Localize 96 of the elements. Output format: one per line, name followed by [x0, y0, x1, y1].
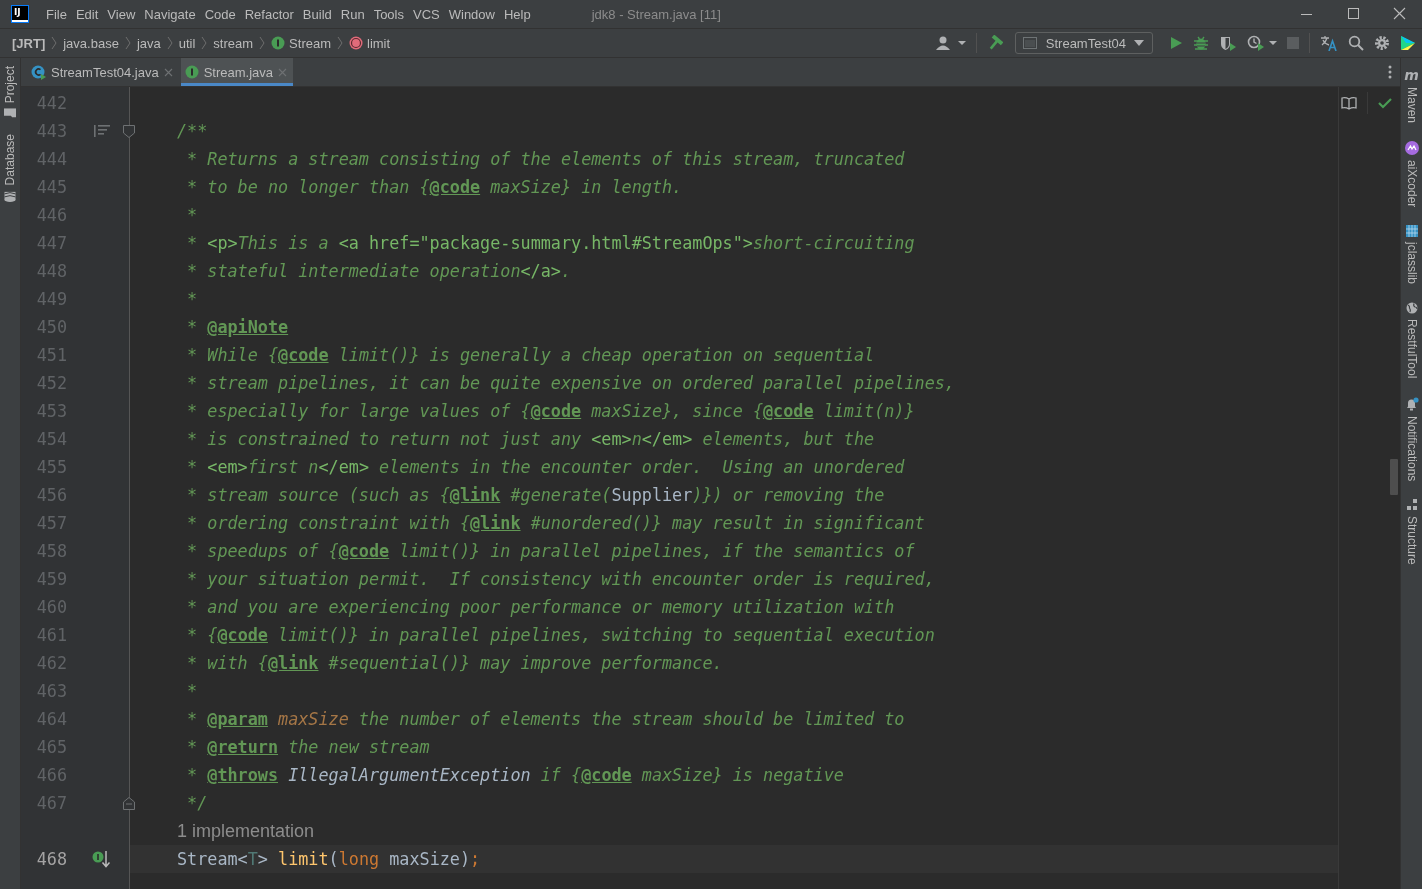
window-title: jdk8 - Stream.java [11]	[591, 6, 721, 22]
breadcrumb[interactable]: stream	[213, 35, 254, 51]
globe-icon	[1405, 302, 1418, 315]
code-line: * with {@link #sequential()} may improve performance.	[186, 652, 723, 674]
tool-window-button[interactable]: RestfulTool	[1404, 302, 1419, 379]
chevron-icon	[165, 35, 174, 51]
tool-window-button[interactable]: Project	[3, 66, 17, 119]
tool-window-button[interactable]: Structure	[1404, 499, 1419, 565]
code-line: * stream source (such as {@link #generate(Supplier)}) or removing the	[186, 484, 885, 506]
caret-icon[interactable]	[957, 40, 966, 46]
grid-icon	[1405, 225, 1418, 238]
fold-marker-icon[interactable]	[123, 796, 135, 810]
bug-icon[interactable]	[1193, 35, 1209, 51]
caret-icon[interactable]	[1269, 40, 1277, 46]
editor-tab[interactable]: Stream.java	[180, 58, 294, 86]
menu-item[interactable]: Navigate	[140, 4, 201, 24]
code-line: * is constrained to return not just any <em>n</em> elements, but the	[186, 428, 875, 450]
menu-item[interactable]: Run	[336, 4, 370, 24]
maven-icon: m	[1404, 68, 1419, 82]
breadcrumb[interactable]: java	[136, 35, 161, 51]
menu-item[interactable]: Refactor	[240, 4, 299, 24]
tool-window-button[interactable]: m Maven	[1404, 68, 1419, 124]
app-logo: IJ	[12, 6, 28, 22]
code-line: * <em>first n</em> elements in the encounter order. Using an unordered	[186, 456, 905, 478]
book-icon[interactable]	[1341, 96, 1357, 110]
class-icon	[31, 64, 46, 80]
code-line: * to be no longer than {@code maxSize} in length.	[186, 176, 683, 198]
run-icon[interactable]	[1169, 36, 1183, 50]
editor-tab[interactable]: StreamTest04.java	[27, 58, 179, 86]
chevron-icon	[123, 35, 132, 51]
code-line: * especially for large values of {@code maxSize}, since {@code limit(n)}	[186, 400, 915, 422]
settings-icon[interactable]	[1374, 35, 1390, 51]
code-line: * your situation permit. If consistency with encounter order is required,	[186, 568, 935, 590]
tool-window-button[interactable]: jclasslib	[1404, 225, 1419, 285]
menu-item[interactable]: Help	[499, 4, 536, 24]
code-line: * speedups of {@code limit()} in parallel pipelines, if the semantics of	[186, 540, 915, 562]
fold-marker-icon[interactable]	[123, 124, 135, 138]
caret-icon	[1134, 40, 1144, 46]
menu-item[interactable]: Window	[444, 4, 500, 24]
chevron-icon	[200, 35, 209, 51]
check-icon	[1378, 97, 1392, 109]
inlay-hint[interactable]: 1 implementation	[177, 820, 315, 842]
code-line: * Returns a stream consisting of the elements of this stream, truncated	[186, 148, 905, 170]
code-line: *	[186, 204, 198, 226]
translate-icon[interactable]	[1320, 35, 1338, 51]
breadcrumb[interactable]: java.base	[63, 35, 119, 51]
chevron-icon	[258, 35, 267, 51]
interface-icon	[271, 36, 286, 50]
code-line: * stateful intermediate operation</a>.	[186, 260, 572, 282]
code-line: * and you are experiencing poor performance or memory utilization with	[186, 596, 895, 618]
coverage-icon[interactable]	[1219, 35, 1237, 51]
menu-item[interactable]: Edit	[71, 4, 104, 24]
tool-window-button[interactable]: Database	[3, 134, 17, 203]
code-line: * @throws IllegalArgumentException if {@code maxSize} is negative	[186, 764, 844, 786]
menu-item[interactable]: Code	[200, 4, 241, 24]
code-line: * stream pipelines, it can be quite expensive on ordered parallel pipelines,	[186, 372, 955, 394]
code-line: */	[186, 792, 208, 814]
code-line: *	[186, 288, 198, 310]
code-line: Stream<T> limit(long maxSize);	[177, 848, 481, 870]
menu-item[interactable]: File	[42, 4, 72, 24]
search-icon[interactable]	[1348, 35, 1364, 51]
code-line: /**	[177, 120, 208, 142]
chevron-icon	[50, 35, 59, 51]
structure-icon	[1405, 499, 1418, 512]
method-icon	[349, 36, 363, 50]
menu-item[interactable]: VCS	[409, 4, 445, 24]
tool-window-button[interactable]: Notifications	[1404, 396, 1419, 482]
breadcrumb[interactable]: limit	[349, 35, 391, 51]
more-icon[interactable]	[1388, 65, 1392, 79]
logo-icon[interactable]	[1400, 35, 1416, 51]
tool-window-button[interactable]: aiXcoder	[1404, 141, 1419, 208]
database-icon	[4, 190, 16, 203]
breadcrumb[interactable]: Stream	[271, 35, 331, 51]
menu-item[interactable]: Tools	[369, 4, 409, 24]
breadcrumb[interactable]: util	[178, 35, 196, 51]
breadcrumb[interactable]: [JRT]	[12, 35, 46, 51]
code-line: * While {@code limit()} is generally a cheap operation on sequential	[186, 344, 875, 366]
scrollbar-thumb[interactable]	[1390, 459, 1398, 495]
bell-icon	[1404, 396, 1419, 411]
window-icon	[1021, 36, 1038, 50]
menu-item[interactable]: Build	[298, 4, 337, 24]
chevron-icon	[336, 35, 344, 51]
run-configuration-dropdown[interactable]: StreamTest04	[1014, 32, 1153, 54]
code-line: *	[186, 680, 198, 702]
code-line: * @return the new stream	[186, 736, 430, 758]
profiler-icon[interactable]	[1247, 35, 1265, 51]
code-line: * <p>This is a <a href="package-summary.html#StreamOps">short-circuiting	[186, 232, 915, 254]
code-line: * {@code limit()} in parallel pipelines, switching to sequential execution	[186, 624, 935, 646]
code-line: * ordering constraint with {@link #unordered()} may result in significant	[186, 512, 925, 534]
circle-logo-icon	[1404, 141, 1419, 156]
interface-icon	[184, 65, 199, 79]
line-number: 468	[35, 849, 67, 869]
menu-item[interactable]: View	[103, 4, 141, 24]
code-line: * @apiNote	[186, 316, 289, 338]
code-line: * @param maxSize the number of elements the stream should be limited to	[186, 708, 905, 730]
folder-icon	[4, 108, 16, 119]
